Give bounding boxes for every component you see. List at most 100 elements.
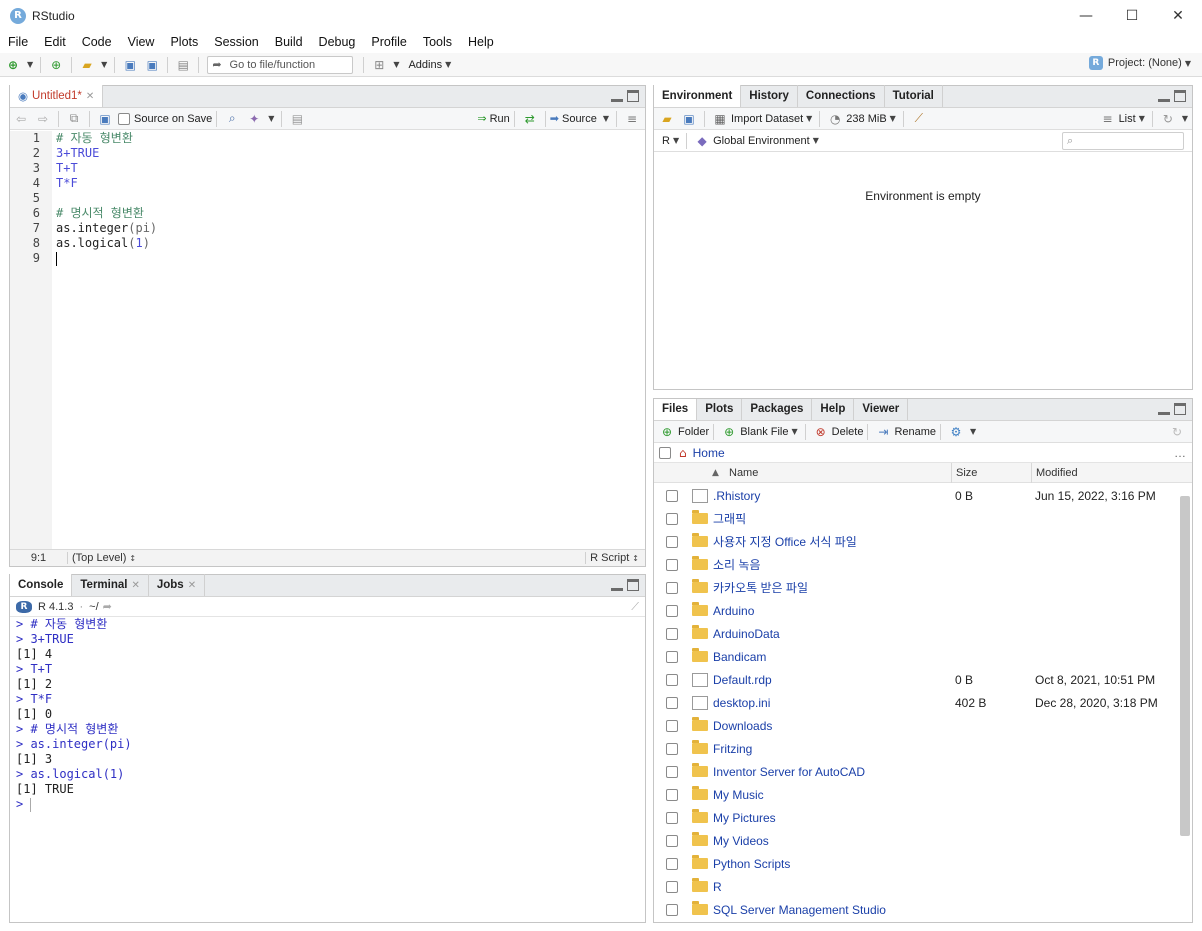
menu-edit[interactable]: Edit bbox=[36, 35, 74, 49]
close-button[interactable]: ✕ bbox=[1155, 0, 1201, 31]
run-button[interactable]: Run bbox=[490, 113, 510, 125]
file-row[interactable]: 사용자 지정 Office 서식 파일 bbox=[654, 530, 1178, 553]
maximize-pane-icon[interactable] bbox=[1174, 90, 1186, 102]
refresh-icon[interactable]: ↻ bbox=[1168, 423, 1186, 441]
language-selector[interactable]: R bbox=[662, 135, 670, 147]
outline-icon[interactable]: ≡ bbox=[623, 110, 641, 128]
column-modified[interactable]: Modified bbox=[1031, 463, 1078, 483]
code-area[interactable]: # 자동 형변환 3+TRUE T+T T*F # 명시적 형변환 as.int… bbox=[52, 131, 645, 549]
chevron-down-icon[interactable]: ▼ bbox=[1182, 114, 1188, 123]
new-project-icon[interactable]: ⊕ bbox=[47, 56, 65, 74]
file-row[interactable]: desktop.ini 402 B Dec 28, 2020, 3:18 PM bbox=[654, 691, 1178, 714]
tab-help[interactable]: Help bbox=[812, 399, 855, 420]
row-checkbox[interactable] bbox=[666, 627, 678, 640]
menu-session[interactable]: Session bbox=[206, 35, 266, 49]
minimize-pane-icon[interactable] bbox=[1158, 90, 1170, 102]
row-checkbox[interactable] bbox=[666, 512, 678, 525]
scrollbar-thumb[interactable] bbox=[1180, 496, 1190, 836]
chevron-down-icon[interactable]: ▼ bbox=[27, 60, 33, 69]
menu-view[interactable]: View bbox=[120, 35, 163, 49]
chevron-down-icon[interactable]: ▼ bbox=[393, 60, 399, 69]
save-workspace-icon[interactable]: ▣ bbox=[680, 110, 698, 128]
file-row[interactable]: My Videos bbox=[654, 829, 1178, 852]
row-checkbox[interactable] bbox=[666, 650, 678, 663]
project-menu[interactable]: R Project: (None) ▼ bbox=[1088, 56, 1194, 70]
file-name-link[interactable]: Default.rdp bbox=[713, 673, 772, 687]
file-row[interactable]: 소리 녹음 bbox=[654, 553, 1178, 576]
file-row[interactable]: 그래픽 bbox=[654, 507, 1178, 530]
menu-build[interactable]: Build bbox=[267, 35, 311, 49]
search-icon[interactable]: ⌕ bbox=[223, 110, 241, 128]
file-name-link[interactable]: 소리 녹음 bbox=[713, 556, 761, 573]
console-output[interactable]: > # 자동 형변환 > 3+TRUE [1] 4 > T+T [1] 2 > … bbox=[10, 617, 645, 812]
pane-layout-icon[interactable]: ⊞ bbox=[370, 56, 388, 74]
row-checkbox[interactable] bbox=[666, 719, 678, 732]
row-checkbox[interactable] bbox=[666, 604, 678, 617]
row-checkbox[interactable] bbox=[666, 581, 678, 594]
chevron-down-icon[interactable]: ▼ bbox=[603, 114, 609, 123]
minimize-pane-icon[interactable] bbox=[611, 579, 623, 591]
minimize-pane-icon[interactable] bbox=[611, 90, 623, 102]
code-editor[interactable]: 1 2 3 4 5 6 7 8 9 # 자동 형변환 3+TRUE T+T T*… bbox=[10, 131, 645, 549]
file-row[interactable]: 카카오톡 받은 파일 bbox=[654, 576, 1178, 599]
open-file-icon[interactable]: ▰ bbox=[78, 56, 96, 74]
back-icon[interactable]: ⇦ bbox=[12, 110, 30, 128]
maximize-button[interactable]: ☐ bbox=[1109, 0, 1155, 31]
scope-selector[interactable]: Global Environment bbox=[713, 135, 810, 147]
file-name-link[interactable]: .Rhistory bbox=[713, 489, 760, 503]
file-row[interactable]: My Music bbox=[654, 783, 1178, 806]
file-row[interactable]: Python Scripts bbox=[654, 852, 1178, 875]
updown-icon[interactable]: ↕ bbox=[129, 554, 136, 563]
source-button[interactable]: Source bbox=[562, 113, 597, 125]
file-row[interactable]: ArduinoData bbox=[654, 622, 1178, 645]
close-tab-icon[interactable]: ✕ bbox=[131, 580, 139, 591]
memory-usage[interactable]: 238 MiB bbox=[846, 113, 886, 125]
row-checkbox[interactable] bbox=[666, 696, 678, 709]
file-name-link[interactable]: Bandicam bbox=[713, 650, 766, 664]
row-checkbox[interactable] bbox=[666, 811, 678, 824]
go-to-file-input[interactable]: ➦ Go to file/function bbox=[207, 55, 354, 74]
go-to-directory-icon[interactable]: ➦ bbox=[103, 600, 112, 613]
file-name-link[interactable]: desktop.ini bbox=[713, 696, 770, 710]
show-in-window-icon[interactable]: ⧉ bbox=[65, 110, 83, 128]
row-checkbox[interactable] bbox=[666, 558, 678, 571]
file-name-link[interactable]: 카카오톡 받은 파일 bbox=[713, 579, 808, 596]
file-name-link[interactable]: Fritzing bbox=[713, 742, 752, 756]
more-options-icon[interactable]: … bbox=[1174, 446, 1186, 460]
environment-search-input[interactable]: ⌕ bbox=[1062, 131, 1184, 150]
file-name-link[interactable]: Arduino bbox=[713, 604, 754, 618]
chevron-down-icon[interactable]: ▼ bbox=[268, 114, 274, 123]
breadcrumb-home[interactable]: Home bbox=[693, 446, 725, 460]
console-prompt[interactable]: > bbox=[16, 797, 645, 812]
row-checkbox[interactable] bbox=[666, 742, 678, 755]
row-checkbox[interactable] bbox=[666, 834, 678, 847]
chevron-down-icon[interactable]: ▼ bbox=[813, 136, 819, 145]
delete-button[interactable]: Delete bbox=[832, 426, 864, 438]
file-name-link[interactable]: 사용자 지정 Office 서식 파일 bbox=[713, 533, 857, 550]
file-name-link[interactable]: My Videos bbox=[713, 834, 769, 848]
clear-objects-broom-icon[interactable]: ⟋ bbox=[910, 110, 928, 128]
menu-profile[interactable]: Profile bbox=[363, 35, 414, 49]
tab-connections[interactable]: Connections bbox=[798, 85, 885, 107]
file-name-link[interactable]: 그래픽 bbox=[713, 510, 746, 527]
scope-selector[interactable]: (Top Level) bbox=[72, 552, 126, 564]
maximize-pane-icon[interactable] bbox=[1174, 403, 1186, 415]
file-row[interactable]: .Rhistory 0 B Jun 15, 2022, 3:16 PM bbox=[654, 484, 1178, 507]
menu-tools[interactable]: Tools bbox=[415, 35, 460, 49]
file-name-link[interactable]: Inventor Server for AutoCAD bbox=[713, 765, 865, 779]
save-icon[interactable]: ▣ bbox=[121, 56, 139, 74]
tab-tutorial[interactable]: Tutorial bbox=[885, 85, 943, 107]
view-mode-selector[interactable]: List bbox=[1119, 113, 1136, 125]
updown-icon[interactable]: ↕ bbox=[632, 554, 639, 563]
row-checkbox[interactable] bbox=[666, 880, 678, 893]
chevron-down-icon[interactable]: ▼ bbox=[791, 427, 797, 436]
forward-icon[interactable]: ⇨ bbox=[34, 110, 52, 128]
file-name-link[interactable]: R bbox=[713, 880, 722, 894]
file-row[interactable]: My Pictures bbox=[654, 806, 1178, 829]
file-name-link[interactable]: Downloads bbox=[713, 719, 772, 733]
tab-terminal[interactable]: Terminal ✕ bbox=[72, 574, 149, 596]
file-name-link[interactable]: My Music bbox=[713, 788, 764, 802]
file-row[interactable]: Arduino bbox=[654, 599, 1178, 622]
minimize-pane-icon[interactable] bbox=[1158, 403, 1170, 415]
column-name[interactable]: Name bbox=[729, 467, 758, 479]
